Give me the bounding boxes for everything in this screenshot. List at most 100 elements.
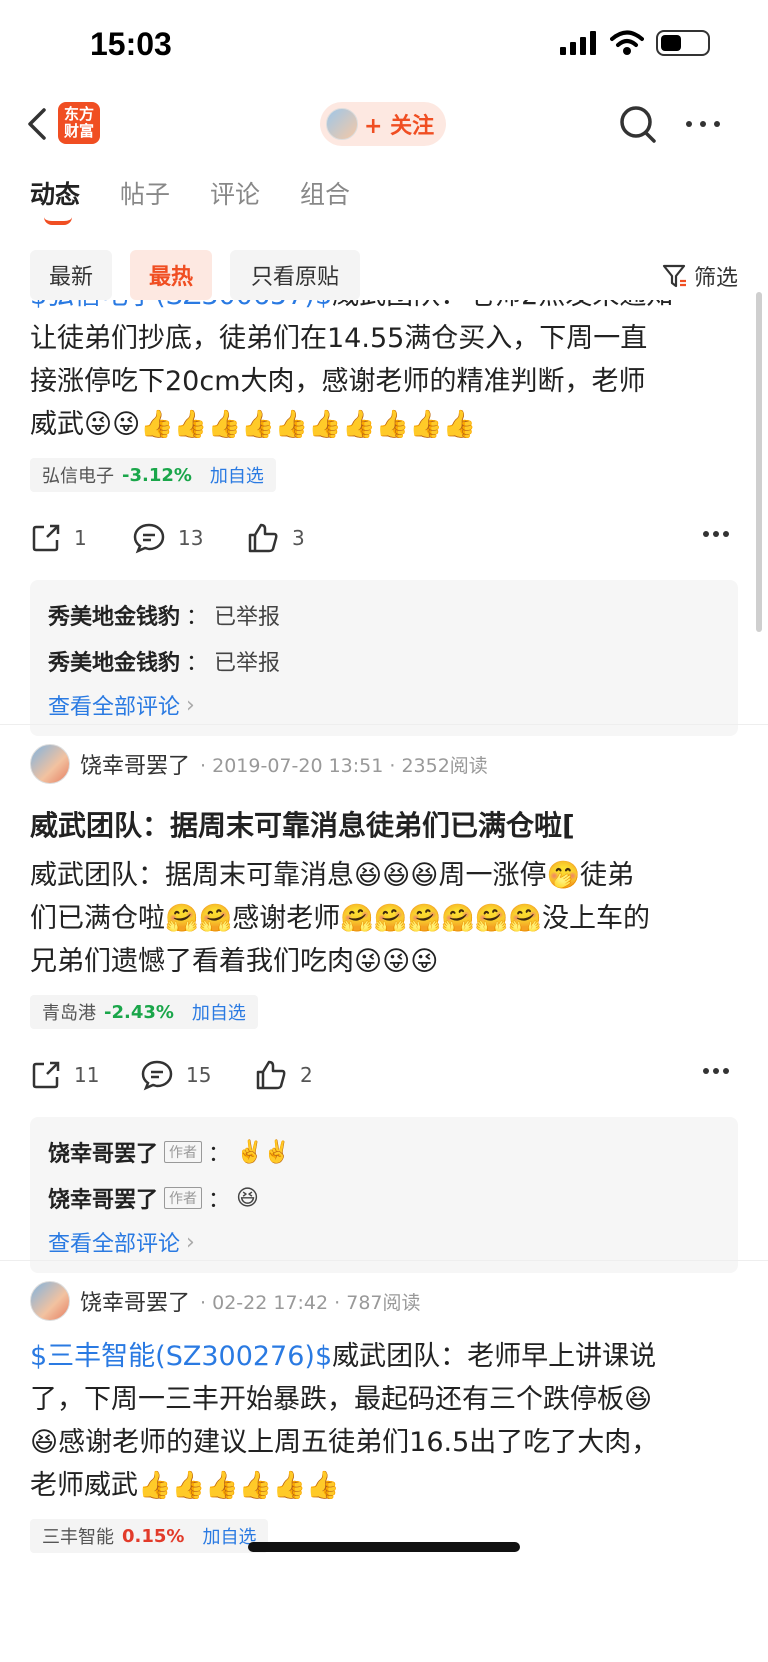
comment-user[interactable]: 饶幸哥罢了 bbox=[48, 1136, 158, 1168]
stock-tag-row: 弘信电子 -3.12% 加自选 bbox=[30, 458, 738, 492]
add-watchlist-button[interactable]: 加自选 bbox=[192, 999, 246, 1025]
share-icon bbox=[32, 524, 60, 552]
read-count: 787阅读 bbox=[346, 1291, 421, 1314]
chip-original-only[interactable]: 只看原贴 bbox=[230, 250, 360, 300]
status-icons bbox=[560, 30, 710, 56]
comment-row[interactable]: 饶幸哥罢了 作者： 😆 bbox=[48, 1175, 720, 1221]
stock-link[interactable]: $弘信电子(SZ300657)$ bbox=[30, 300, 332, 311]
nav-bar: 东方财富 + 关注 bbox=[0, 92, 768, 158]
share-button[interactable]: 1 bbox=[30, 522, 87, 554]
follow-button[interactable]: + 关注 bbox=[320, 102, 446, 146]
tab-comments[interactable]: 评论 bbox=[210, 175, 300, 211]
comment-text: 已举报 bbox=[214, 605, 281, 630]
post-line: $三丰智能(SZ300276)$威武团队：老师早上讲课说 bbox=[30, 1341, 657, 1372]
post-line: 😆感谢老师的建议上周五徒弟们16.5出了吃了大肉， bbox=[30, 1427, 659, 1458]
chevron-right-icon: › bbox=[186, 1229, 195, 1255]
chevron-right-icon: › bbox=[186, 692, 195, 718]
like-button[interactable]: 2 bbox=[254, 1059, 313, 1091]
post-line: 威武😜😜👍👍👍👍👍👍👍👍👍👍 bbox=[30, 409, 477, 440]
post-line: 兄弟们遗憾了看着我们吃肉😜😜😜 bbox=[30, 946, 439, 977]
comment-row[interactable]: 秀美地金钱豹： 已举报 bbox=[48, 638, 720, 684]
post-line: 老师威武👍👍👍👍👍👍 bbox=[30, 1470, 340, 1501]
comment-row[interactable]: 饶幸哥罢了 作者： ✌️✌️ bbox=[48, 1129, 720, 1175]
tab-underline bbox=[44, 217, 72, 225]
author-name[interactable]: 饶幸哥罢了 bbox=[80, 1285, 190, 1317]
stock-name: 弘信电子 bbox=[42, 466, 114, 487]
view-all-comments-link[interactable]: 查看全部评论 › bbox=[48, 1221, 720, 1263]
chip-latest[interactable]: 最新 bbox=[30, 250, 112, 300]
filter-button[interactable]: 筛选 bbox=[662, 260, 738, 292]
stock-tag[interactable]: 青岛港 -2.43% 加自选 bbox=[30, 995, 258, 1029]
comment-count: 15 bbox=[186, 1063, 212, 1087]
author-badge: 作者 bbox=[164, 1187, 203, 1209]
more-icon[interactable] bbox=[702, 530, 730, 538]
comment-user[interactable]: 饶幸哥罢了 bbox=[48, 1182, 158, 1214]
status-time: 15:03 bbox=[90, 26, 172, 62]
post-line: 接涨停吃下20cm大肉，感谢老师的精准判断，老师 bbox=[30, 366, 646, 397]
comment-icon bbox=[141, 1060, 173, 1091]
stock-change: -2.43% bbox=[104, 1001, 174, 1023]
post-line: 了，下周一三丰开始暴跌，最起码还有三个跌停板😆 bbox=[30, 1384, 653, 1415]
share-icon bbox=[32, 1061, 60, 1089]
tab-bar: 动态 帖子 评论 组合 bbox=[30, 175, 390, 225]
share-count: 11 bbox=[74, 1063, 100, 1087]
action-bar: 11 15 2 bbox=[0, 1049, 768, 1109]
post-card[interactable]: $弘信电子(SZ300657)$威武团队：老师2点发来通知 让徒弟们抄底，徒弟们… bbox=[0, 300, 768, 736]
app-logo[interactable]: 东方财富 bbox=[58, 102, 100, 144]
signal-icon bbox=[560, 31, 596, 55]
more-icon[interactable] bbox=[702, 1067, 730, 1075]
like-count: 2 bbox=[300, 1063, 313, 1087]
tab-label: 评论 bbox=[210, 180, 261, 209]
more-icon[interactable] bbox=[681, 102, 725, 146]
comment-preview: 饶幸哥罢了 作者： ✌️✌️ 饶幸哥罢了 作者： 😆 查看全部评论 › bbox=[30, 1117, 738, 1273]
post-line: 让徒弟们抄底，徒弟们在14.55满仓买入，下周一直 bbox=[30, 323, 648, 354]
thumbs-up-icon bbox=[256, 1060, 286, 1090]
chip-hottest[interactable]: 最热 bbox=[130, 250, 212, 300]
battery-icon bbox=[656, 30, 710, 56]
search-icon[interactable] bbox=[617, 102, 659, 146]
post-body: 威武团队：据周末可靠消息😆😆😆周一涨停🤭徒弟 们已满仓啦🤗🤗感谢老师🤗🤗🤗🤗🤗🤗… bbox=[0, 854, 768, 983]
stock-tag[interactable]: 三丰智能 0.15% 加自选 bbox=[30, 1519, 269, 1553]
author-name[interactable]: 饶幸哥罢了 bbox=[80, 748, 190, 780]
avatar[interactable] bbox=[30, 744, 70, 784]
comment-button[interactable]: 13 bbox=[132, 522, 203, 554]
back-icon[interactable] bbox=[22, 104, 58, 144]
post-line: 威武团队：据周末可靠消息😆😆😆周一涨停🤭徒弟 bbox=[30, 860, 635, 891]
read-count: 2352阅读 bbox=[401, 754, 488, 777]
feed: $弘信电子(SZ300657)$威武团队：老师2点发来通知 让徒弟们抄底，徒弟们… bbox=[0, 300, 768, 1662]
avatar[interactable] bbox=[30, 1281, 70, 1321]
post-date: 02-22 17:42 bbox=[212, 1291, 329, 1314]
stock-link[interactable]: $三丰智能(SZ300276)$ bbox=[30, 1341, 332, 1372]
like-button[interactable]: 3 bbox=[246, 522, 305, 554]
post-card[interactable]: 饶幸哥罢了 · 2019-07-20 13:51 · 2352阅读 威武团队：据… bbox=[0, 740, 768, 1273]
stock-tag[interactable]: 弘信电子 -3.12% 加自选 bbox=[30, 458, 276, 492]
comment-row[interactable]: 秀美地金钱豹： 已举报 bbox=[48, 592, 720, 638]
view-all-label: 查看全部评论 bbox=[48, 695, 181, 720]
stock-change: 0.15% bbox=[122, 1525, 185, 1547]
comment-text: ✌️✌️ bbox=[236, 1139, 291, 1165]
filter-label: 筛选 bbox=[693, 266, 738, 291]
filter-row: 最新 最热 只看原贴 筛选 bbox=[30, 250, 738, 300]
stock-name: 三丰智能 bbox=[42, 1527, 114, 1548]
comment-user[interactable]: 秀美地金钱豹 bbox=[48, 645, 180, 677]
tab-posts[interactable]: 帖子 bbox=[120, 175, 210, 211]
share-count: 1 bbox=[74, 526, 87, 550]
tab-label: 动态 bbox=[30, 180, 81, 209]
add-watchlist-button[interactable]: 加自选 bbox=[210, 462, 264, 488]
tab-label: 帖子 bbox=[120, 180, 171, 209]
status-bar: 15:03 bbox=[0, 0, 768, 90]
comment-icon bbox=[133, 523, 165, 554]
tab-activity[interactable]: 动态 bbox=[30, 175, 120, 225]
stock-tag-row: 青岛港 -2.43% 加自选 bbox=[30, 995, 738, 1029]
post-card[interactable]: 饶幸哥罢了 · 02-22 17:42 · 787阅读 $三丰智能(SZ3002… bbox=[0, 1277, 768, 1553]
comment-text: 已举报 bbox=[214, 651, 281, 676]
view-all-comments-link[interactable]: 查看全部评论 › bbox=[48, 684, 720, 726]
wifi-icon bbox=[610, 30, 644, 55]
post-header: 饶幸哥罢了 · 2019-07-20 13:51 · 2352阅读 bbox=[0, 740, 768, 788]
comment-user[interactable]: 秀美地金钱豹 bbox=[48, 599, 180, 631]
share-button[interactable]: 11 bbox=[30, 1059, 99, 1091]
comment-count: 13 bbox=[178, 526, 204, 550]
filter-icon bbox=[662, 264, 686, 288]
tab-portfolio[interactable]: 组合 bbox=[300, 175, 390, 211]
comment-button[interactable]: 15 bbox=[140, 1059, 211, 1091]
